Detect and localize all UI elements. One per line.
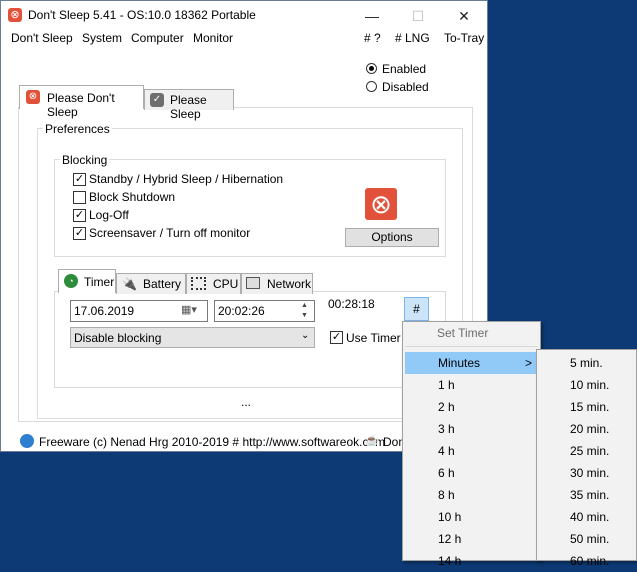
menu-item-1h[interactable]: 1 h — [438, 374, 455, 396]
tab-please-dont-sleep[interactable]: ⊗ Please Don't Sleep — [19, 85, 144, 119]
network-icon — [246, 277, 260, 289]
menu-item-3h[interactable]: 3 h — [438, 418, 455, 440]
preferences-label: Preferences — [43, 122, 112, 136]
blocking-label: Blocking — [60, 153, 110, 167]
log-off-label[interactable]: Log-Off — [89, 208, 129, 222]
window-title: Don't Sleep 5.41 - OS:10.0 18362 Portabl… — [28, 8, 256, 22]
menu-dont-sleep[interactable]: Don't Sleep — [11, 31, 73, 45]
stop-icon: ⊗ — [26, 90, 40, 104]
maximize-button[interactable]: ☐ — [395, 1, 441, 31]
freeware-link[interactable]: Freeware (c) Nenad Hrg 2010-2019 # http:… — [39, 435, 385, 449]
use-timer-label[interactable]: Use Timer — [346, 331, 401, 345]
sleep-icon: ✓ — [150, 93, 164, 107]
action-dropdown[interactable]: Disable blocking ⌄ — [70, 327, 315, 348]
screensaver-checkbox[interactable]: ✓ — [73, 227, 86, 240]
minutes-submenu: 5 min. 10 min. 15 min. 20 min. 25 min. 3… — [536, 349, 637, 568]
tab-label: Please Sleep — [170, 93, 207, 121]
close-button[interactable]: ✕ — [441, 1, 487, 31]
submenu-item-10[interactable]: 10 min. — [570, 374, 609, 396]
tab-label: Please Don't Sleep — [47, 91, 115, 119]
block-shutdown-label[interactable]: Block Shutdown — [89, 190, 175, 204]
menu-bar: Don't Sleep System Computer Monitor # ? … — [1, 31, 487, 49]
log-off-checkbox[interactable]: ✓ — [73, 209, 86, 222]
date-picker[interactable]: 17.06.2019 ▦▾ — [70, 300, 208, 322]
action-value: Disable blocking — [74, 331, 162, 345]
submenu-item-5[interactable]: 5 min. — [570, 352, 603, 374]
submenu-item-60[interactable]: 60 min. — [570, 550, 609, 572]
menu-language[interactable]: # LNG — [395, 31, 430, 45]
menu-item-6h[interactable]: 6 h — [438, 462, 455, 484]
big-stop-icon[interactable]: ⊗ — [365, 188, 397, 220]
disabled-radio[interactable] — [366, 81, 377, 92]
menu-item-label: Minutes — [438, 356, 481, 370]
menu-item-8h[interactable]: 8 h — [438, 484, 455, 506]
use-timer-checkbox[interactable]: ✓ — [330, 331, 343, 344]
coffee-icon: ☕ — [365, 435, 379, 447]
options-button[interactable]: Options — [345, 228, 439, 247]
timer-hash-button[interactable]: # — [404, 297, 429, 321]
menu-item-10h[interactable]: 10 h — [438, 506, 461, 528]
submenu-item-30[interactable]: 30 min. — [570, 462, 609, 484]
block-shutdown-checkbox[interactable] — [73, 191, 86, 204]
title-bar[interactable]: ⊗ Don't Sleep 5.41 - OS:10.0 18362 Porta… — [1, 1, 487, 31]
time-value: 20:02:26 — [218, 304, 265, 318]
disabled-label[interactable]: Disabled — [382, 80, 429, 94]
minimize-button[interactable]: — — [349, 1, 395, 31]
submenu-item-40[interactable]: 40 min. — [570, 506, 609, 528]
menu-item-12h[interactable]: 12 h — [438, 528, 461, 550]
screensaver-label[interactable]: Screensaver / Turn off monitor — [89, 226, 250, 240]
submenu-item-35[interactable]: 35 min. — [570, 484, 609, 506]
menu-help[interactable]: # ? — [364, 31, 381, 45]
more-ellipsis[interactable]: ... — [241, 395, 251, 409]
tab-cpu[interactable]: CPU — [186, 273, 241, 294]
time-picker[interactable]: 20:02:26 ▲ ▼ — [214, 300, 315, 322]
tab-label: CPU — [213, 277, 239, 291]
globe-icon — [20, 434, 34, 448]
tab-please-sleep[interactable]: ✓ Please Sleep — [144, 89, 234, 121]
submenu-arrow-icon: > — [525, 356, 533, 370]
tab-label: Network — [267, 277, 312, 291]
clock-icon: ◔ — [64, 274, 78, 288]
menu-computer[interactable]: Computer — [131, 31, 184, 45]
menu-monitor[interactable]: Monitor — [193, 31, 233, 45]
submenu-item-50[interactable]: 50 min. — [570, 528, 609, 550]
menu-separator — [405, 346, 538, 347]
enabled-label[interactable]: Enabled — [382, 62, 426, 76]
submenu-item-20[interactable]: 20 min. — [570, 418, 609, 440]
enabled-radio[interactable] — [366, 63, 377, 74]
menu-item-14h[interactable]: 14 h — [438, 550, 461, 572]
menu-to-tray[interactable]: To-Tray — [444, 31, 484, 45]
tab-label: Timer — [84, 275, 115, 289]
date-value: 17.06.2019 — [74, 304, 135, 318]
chevron-down-icon: ⌄ — [301, 330, 310, 341]
submenu-item-15[interactable]: 15 min. — [570, 396, 609, 418]
calendar-dropdown-icon[interactable]: ▦▾ — [181, 303, 197, 316]
standby-checkbox[interactable]: ✓ — [73, 173, 86, 186]
countdown-display: 00:28:18 — [328, 297, 375, 311]
tab-network[interactable]: Network — [241, 273, 313, 294]
menu-item-4h[interactable]: 4 h — [438, 440, 455, 462]
time-spinner-icon[interactable]: ▲ ▼ — [301, 301, 308, 321]
app-stop-icon: ⊗ — [8, 8, 22, 22]
tab-timer[interactable]: ◔ Timer — [58, 269, 116, 293]
submenu-item-25[interactable]: 25 min. — [570, 440, 609, 462]
tab-label: Battery — [143, 277, 182, 291]
battery-icon: 🔌 — [122, 277, 137, 291]
menu-header-set-timer: Set Timer — [437, 326, 489, 340]
cpu-icon — [191, 277, 206, 290]
menu-item-2h[interactable]: 2 h — [438, 396, 455, 418]
tab-battery[interactable]: 🔌 Battery — [116, 273, 186, 294]
set-timer-menu: Set Timer Minutes > 1 h 2 h 3 h 4 h 6 h … — [402, 321, 541, 568]
menu-system[interactable]: System — [82, 31, 122, 45]
menu-item-minutes[interactable]: Minutes > — [405, 352, 537, 374]
standby-label[interactable]: Standby / Hybrid Sleep / Hibernation — [89, 172, 283, 186]
